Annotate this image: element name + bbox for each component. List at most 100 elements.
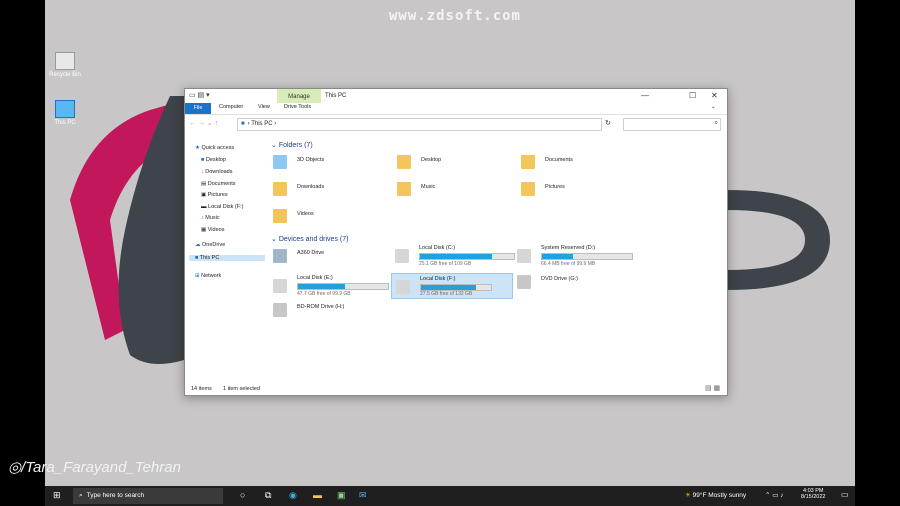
tab-drive-tools[interactable]: Drive Tools [284, 104, 311, 110]
folder-label: 3D Objects [297, 157, 325, 163]
nav-documents[interactable]: ▤ Documents [201, 181, 236, 187]
folder-label: Downloads [297, 184, 325, 190]
view-toggle-icons[interactable]: ▤ ▦ [705, 384, 720, 392]
folder-icon [397, 155, 411, 169]
tab-view[interactable]: View [258, 104, 270, 110]
address-bar[interactable]: ■ › This PC › [237, 118, 602, 131]
downloads-folder-icon [273, 182, 287, 196]
search-input[interactable]: ⌕ [623, 118, 721, 131]
folder-label: Desktop [421, 157, 442, 163]
nav-label: Local Disk (F:) [208, 204, 244, 210]
music-folder-icon [397, 182, 411, 196]
nav-quick-access[interactable]: ★ Quick access [195, 145, 234, 151]
drive-label: BD-ROM Drive (H:) [297, 304, 345, 310]
refresh-icon[interactable]: ↻ [605, 119, 611, 127]
notification-icon[interactable]: ▭ [841, 490, 849, 499]
social-handle: ◎/Tara_Farayand_Tehran [8, 458, 181, 476]
3d-objects-icon [273, 155, 287, 169]
nav-label: Videos [207, 227, 225, 233]
this-pc-label: This PC [54, 120, 76, 126]
status-item-count: 14 items [191, 386, 212, 392]
file-explorer-icon[interactable]: ▬ [313, 490, 322, 500]
pictures-icon: ▣ [201, 192, 207, 198]
tray-icons[interactable]: ⌃ ▭ ♪ [765, 491, 783, 499]
sun-icon: ☀ [685, 492, 691, 499]
nav-music[interactable]: ♪ Music [201, 215, 220, 221]
folder-icon [521, 155, 535, 169]
drives-header-text: Devices and drives (7) [278, 236, 349, 243]
weather-widget[interactable]: ☀ 99°F Mostly sunny [685, 491, 746, 499]
drive-f-selected[interactable]: Local Disk (F:) 27.5 GB free of 132 GB [391, 273, 513, 299]
nav-network[interactable]: ⊞ Network [195, 273, 221, 279]
nav-label: Documents [207, 181, 236, 187]
nav-pictures[interactable]: ▣ Pictures [201, 192, 228, 198]
pictures-folder-icon [521, 182, 535, 196]
clock[interactable]: 4:03 PM 8/15/2022 [801, 488, 825, 500]
maximize-button[interactable]: ☐ [689, 91, 696, 100]
nav-label: Downloads [205, 169, 233, 175]
drives-header[interactable]: ⌄ Devices and drives (7) [271, 235, 348, 243]
recycle-bin-icon[interactable]: Recycle Bin [45, 52, 85, 78]
drive-icon [273, 279, 287, 293]
star-icon: ★ [195, 145, 200, 151]
social-handle-text: /Tara_Farayand_Tehran [21, 459, 181, 476]
drive-usage-fill [298, 284, 345, 289]
windows-start-icon[interactable]: ⊞ [53, 490, 61, 501]
folders-header[interactable]: ⌄ Folders (7) [271, 141, 313, 149]
title-bar: ▭ ▤ ▾ Manage This PC — ☐ ✕ [185, 89, 727, 103]
tab-file[interactable]: File [185, 103, 211, 114]
folder-label: Pictures [545, 184, 565, 190]
close-button[interactable]: ✕ [711, 91, 718, 100]
nav-local-disk-f[interactable]: ▬ Local Disk (F:) [201, 204, 243, 210]
search-placeholder: Type here to search [86, 492, 145, 499]
a360-icon [273, 249, 287, 263]
this-pc-icon[interactable]: This PC [45, 100, 85, 126]
mail-icon[interactable]: ✉ [359, 490, 367, 501]
instagram-icon: ◎ [8, 459, 22, 476]
quick-access-toolbar[interactable]: ▭ ▤ ▾ [189, 91, 210, 99]
drive-usage-fill [420, 254, 493, 259]
drive-usage-bar [541, 253, 633, 260]
widgets-icon[interactable]: ⧉ [265, 490, 271, 501]
download-icon: ↓ [201, 169, 204, 175]
this-pc-icon: ■ [241, 121, 245, 127]
drive-free-text: 47.7 GB free of 99.9 GB [297, 291, 351, 297]
watermark: www.zdsoft.com [388, 8, 521, 24]
videos-folder-icon [273, 209, 287, 223]
nav-label: Network [201, 273, 222, 279]
weather-text: 99°F Mostly sunny [692, 492, 747, 499]
edge-icon[interactable]: ◉ [289, 490, 297, 501]
computer-icon: ■ [195, 255, 199, 261]
back-forward-icon[interactable]: ← → ⌄ ↑ [189, 119, 218, 127]
video-icon: ▦ [201, 227, 207, 233]
nav-videos[interactable]: ▦ Videos [201, 227, 224, 233]
content-pane: ⌄ Folders (7) 3D Objects Desktop Documen… [265, 133, 725, 381]
manage-tab[interactable]: Manage [277, 89, 321, 103]
drive-free-text: 25.1 GB free of 109 GB [419, 261, 472, 267]
desktop-icon: ■ [201, 157, 205, 163]
status-selected: 1 item selected [223, 386, 260, 392]
cloud-icon: ☁ [195, 242, 201, 248]
nav-label: Quick access [201, 145, 235, 151]
drive-label: DVD Drive (G:) [541, 276, 578, 282]
nav-label: Desktop [205, 157, 227, 163]
nav-desktop[interactable]: ■ Desktop [201, 157, 226, 163]
task-view-icon[interactable]: ○ [240, 490, 245, 500]
nav-onedrive[interactable]: ☁ OneDrive [195, 242, 225, 248]
ribbon: File Computer View Drive Tools ⌄ [185, 103, 727, 115]
address-text: This PC [251, 121, 273, 127]
drive-label: A360 Drive [297, 250, 325, 256]
nav-this-pc[interactable]: ■ This PC [189, 255, 265, 261]
nav-downloads[interactable]: ↓ Downloads [201, 169, 233, 175]
tab-computer[interactable]: Computer [219, 104, 243, 110]
chevron-down-icon[interactable]: ⌄ [711, 104, 716, 110]
drive-usage-fill [542, 254, 573, 259]
store-icon[interactable]: ▣ [337, 490, 346, 501]
drive-usage-bar [420, 284, 492, 291]
taskbar-search[interactable]: ⌕ Type here to search [73, 488, 223, 504]
drive-label: Local Disk (E:) [297, 275, 333, 281]
nav-label: Music [205, 215, 220, 221]
drive-free-text: 27.5 GB free of 132 GB [420, 291, 473, 297]
minimize-button[interactable]: — [641, 91, 649, 100]
folders-header-text: Folders (7) [278, 142, 313, 149]
